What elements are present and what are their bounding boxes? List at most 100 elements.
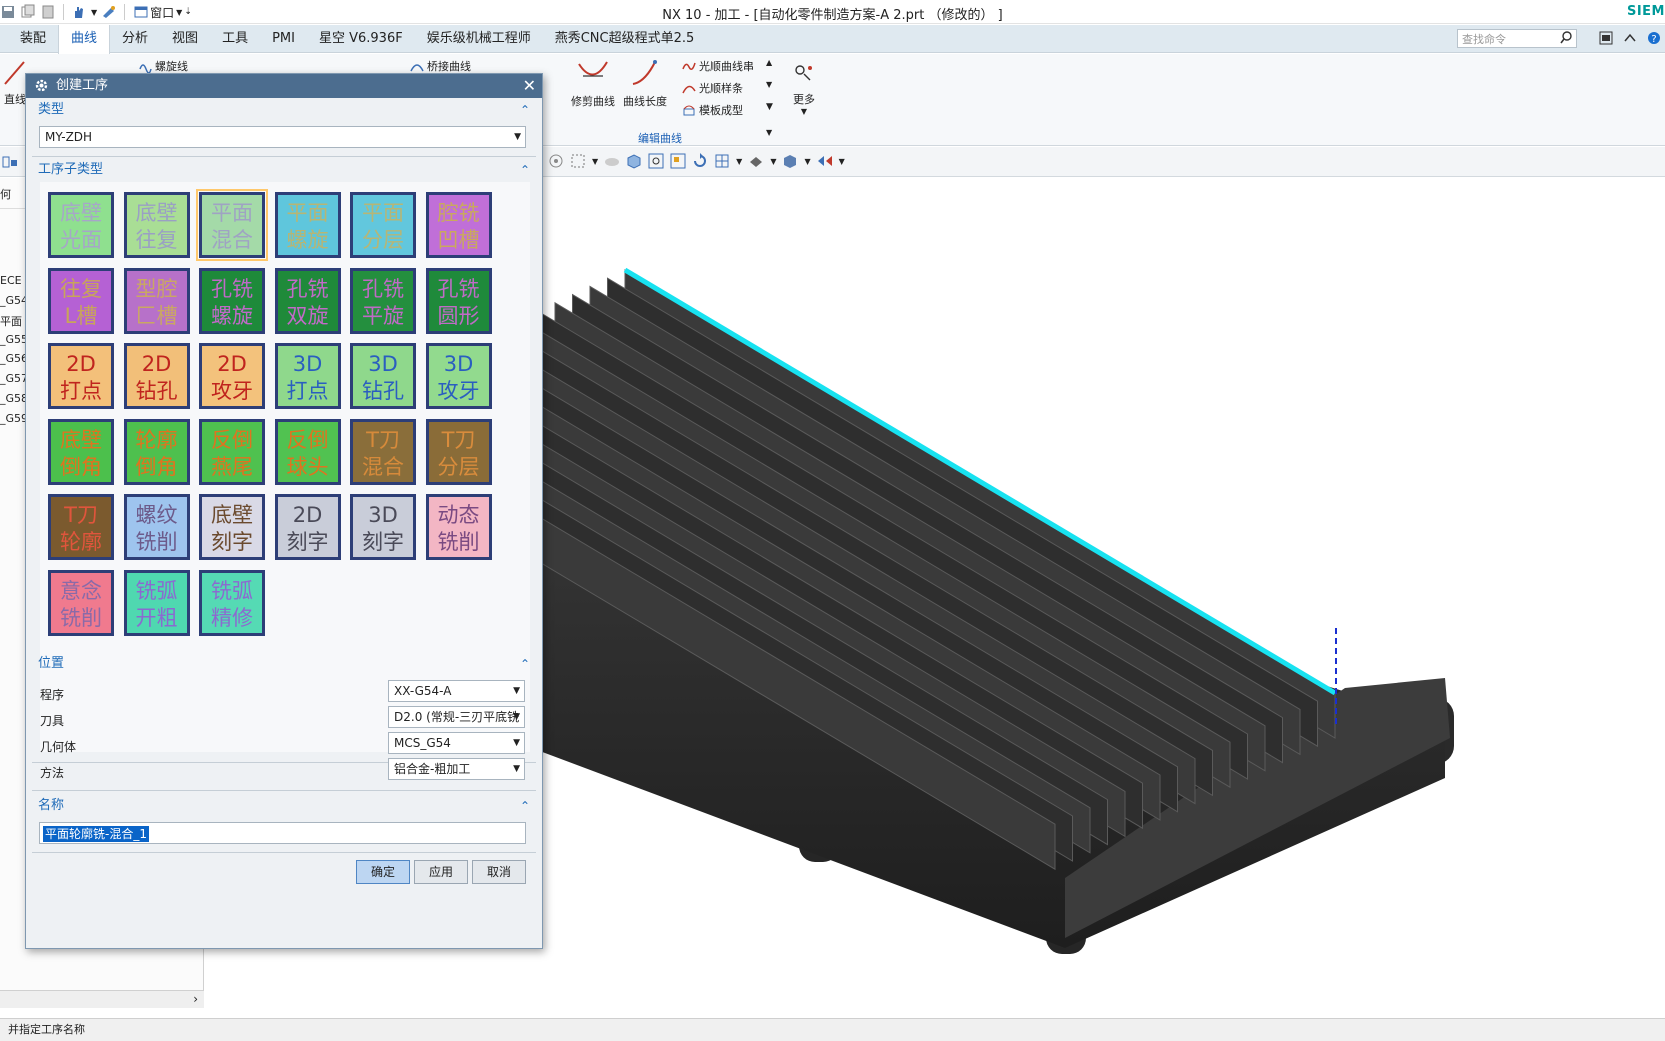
nav-item[interactable]: _G57 bbox=[0, 372, 28, 385]
nav-item[interactable]: _G55 bbox=[0, 333, 28, 346]
window-toggle-icon[interactable] bbox=[1599, 31, 1613, 48]
operation-subtype-tile[interactable]: 2D 攻牙 bbox=[199, 343, 265, 409]
operation-subtype-tile[interactable]: 反倒 球头 bbox=[274, 418, 341, 485]
menu-tab[interactable]: 曲线 bbox=[58, 25, 111, 54]
menu-tab[interactable]: 分析 bbox=[110, 25, 160, 53]
zoom-icon[interactable] bbox=[670, 153, 686, 169]
geometry-select[interactable]: MCS_G54 ▼ bbox=[388, 732, 525, 754]
smooth-spline-button[interactable]: 光顺样条 bbox=[682, 80, 743, 96]
operation-subtype-tile[interactable]: 3D 打点 bbox=[274, 343, 341, 409]
nav-item[interactable]: _G58 bbox=[0, 392, 28, 405]
program-select[interactable]: XX-G54-A ▼ bbox=[388, 680, 525, 702]
menu-tab[interactable]: 视图 bbox=[160, 25, 210, 53]
operation-subtype-tile[interactable]: T刀 混合 bbox=[350, 418, 416, 485]
operation-subtype-tile[interactable]: 孔铣 圆形 bbox=[425, 267, 492, 334]
operation-subtype-tile[interactable]: 底壁 刻字 bbox=[199, 494, 265, 560]
collapse-ribbon-icon[interactable] bbox=[1623, 31, 1637, 48]
menu-tab[interactable]: 装配 bbox=[8, 25, 58, 53]
cancel-button[interactable]: 取消 bbox=[472, 860, 526, 884]
operation-subtype-tile[interactable]: 铣弧 开粗 bbox=[123, 569, 190, 636]
close-icon[interactable]: ✕ bbox=[523, 76, 536, 96]
gallery-scroll-down[interactable]: ▼ bbox=[766, 80, 772, 89]
curve-length-button[interactable]: 曲线长度 bbox=[620, 56, 670, 109]
menu-tab[interactable]: 燕秀CNC超级程式单2.5 bbox=[543, 25, 707, 53]
operation-subtype-tile[interactable]: 螺纹 铣削 bbox=[123, 494, 190, 560]
render-style-icon[interactable] bbox=[748, 153, 764, 169]
type-select[interactable]: MY-ZDH ▼ bbox=[39, 126, 526, 148]
show-hide-icon[interactable] bbox=[817, 153, 833, 169]
dropdown-arrow-icon[interactable]: ▼ bbox=[839, 157, 845, 166]
operation-subtype-tile[interactable]: 反倒 燕尾 bbox=[199, 418, 265, 485]
operation-name-input[interactable]: 平面轮廓铣-混合_1 bbox=[39, 822, 526, 844]
dialog-title-bar[interactable]: 创建工序 ✕ bbox=[26, 74, 542, 98]
operation-subtype-tile[interactable]: 意念 铣削 bbox=[48, 569, 114, 636]
nav-item[interactable]: ECE bbox=[0, 274, 22, 287]
rotate-icon[interactable] bbox=[692, 153, 708, 169]
operation-subtype-tile[interactable]: 型腔 匚槽 bbox=[123, 267, 190, 334]
apply-button[interactable]: 应用 bbox=[414, 860, 468, 884]
operation-subtype-tile[interactable]: 腔铣 凹槽 bbox=[425, 192, 492, 258]
menu-tab[interactable]: 工具 bbox=[210, 25, 260, 53]
orient-view-icon[interactable] bbox=[714, 153, 730, 169]
more-button[interactable]: 更多 ▼ bbox=[786, 60, 822, 116]
bridge-curve-button[interactable]: 桥接曲线 bbox=[410, 58, 471, 74]
chevron-up-icon[interactable]: ⌃ bbox=[520, 794, 530, 818]
menu-tab[interactable]: PMI bbox=[260, 25, 307, 53]
operation-subtype-tile[interactable]: T刀 轮廓 bbox=[48, 494, 114, 560]
operation-subtype-tile[interactable]: 平面 混合 bbox=[196, 189, 268, 261]
shaded-object-icon[interactable] bbox=[604, 153, 620, 169]
operation-subtype-tile[interactable]: 平面 螺旋 bbox=[274, 192, 341, 258]
operation-subtype-tile[interactable]: 轮廓 倒角 bbox=[123, 418, 190, 485]
name-section-header[interactable]: 名称 ⌃ bbox=[32, 794, 536, 818]
dropdown-arrow-icon[interactable]: ▼ bbox=[770, 157, 776, 166]
ok-button[interactable]: 确定 bbox=[356, 860, 410, 884]
nav-item[interactable]: 平面 bbox=[0, 313, 22, 329]
box-select-icon[interactable] bbox=[570, 153, 586, 169]
dropdown-arrow-icon[interactable]: ▼ bbox=[804, 157, 810, 166]
gallery-scroll-up[interactable]: ▲ bbox=[766, 58, 772, 67]
dropdown-arrow-icon[interactable]: ▼ bbox=[592, 157, 598, 166]
operation-subtype-tile[interactable]: 底壁 往复 bbox=[123, 192, 190, 258]
smooth-curve-string-button[interactable]: 光顺曲线串 bbox=[682, 58, 754, 74]
position-section-header[interactable]: 位置 ⌃ bbox=[32, 652, 536, 676]
operation-subtype-tile[interactable]: T刀 分层 bbox=[425, 418, 492, 485]
chevron-up-icon[interactable]: ⌃ bbox=[520, 158, 530, 182]
group-menu-arrow[interactable]: ▼ bbox=[766, 128, 772, 137]
gallery-expand[interactable]: ▼ bbox=[766, 102, 773, 112]
operation-subtype-tile[interactable]: 孔铣 双旋 bbox=[274, 267, 341, 334]
operation-subtype-tile[interactable]: 铣弧 精修 bbox=[199, 569, 265, 636]
operation-subtype-tile[interactable]: 3D 攻牙 bbox=[425, 343, 492, 409]
chevron-up-icon[interactable]: ⌃ bbox=[520, 98, 530, 122]
helix-button[interactable]: 螺旋线 bbox=[138, 58, 188, 74]
operation-subtype-tile[interactable]: 3D 刻字 bbox=[350, 494, 416, 560]
nav-horizontal-scrollbar[interactable]: › bbox=[0, 990, 204, 1008]
operation-subtype-tile[interactable]: 往复 L槽 bbox=[48, 267, 114, 334]
method-select[interactable]: 铝合金-粗加工 ▼ bbox=[388, 758, 525, 780]
edge-style-icon[interactable] bbox=[782, 153, 798, 169]
scroll-right-icon[interactable]: › bbox=[193, 992, 198, 1006]
operation-subtype-tile[interactable]: 平面 分层 bbox=[350, 192, 416, 258]
operation-subtype-tile[interactable]: 3D 钻孔 bbox=[350, 343, 416, 409]
snap-point-icon[interactable] bbox=[548, 153, 564, 169]
menu-tab[interactable]: 星空 V6.936F bbox=[307, 25, 415, 53]
operation-subtype-tile[interactable]: 2D 钻孔 bbox=[123, 343, 190, 409]
template-shape-button[interactable]: 模板成型 bbox=[682, 102, 743, 118]
trim-curve-button[interactable]: 修剪曲线 bbox=[568, 56, 618, 109]
nav-item[interactable]: _G54 bbox=[0, 294, 28, 307]
operation-subtype-tile[interactable]: 底壁 倒角 bbox=[48, 418, 114, 485]
menu-tab[interactable]: 娱乐级机械工程师 bbox=[415, 25, 543, 53]
operation-subtype-tile[interactable]: 2D 打点 bbox=[48, 343, 114, 409]
selection-filter-icon[interactable] bbox=[2, 154, 18, 173]
cube-icon[interactable] bbox=[626, 153, 642, 169]
command-search-input[interactable]: 查找命令 bbox=[1457, 29, 1577, 48]
search-icon[interactable] bbox=[1560, 31, 1573, 47]
tool-select[interactable]: D2.0 (常规-三刃平底铣 ▼ bbox=[388, 706, 525, 728]
dropdown-arrow-icon[interactable]: ▼ bbox=[736, 157, 742, 166]
help-icon[interactable]: ? bbox=[1647, 31, 1661, 48]
operation-subtype-tile[interactable]: 动态 铣削 bbox=[425, 494, 492, 560]
nav-item[interactable]: _G59 bbox=[0, 412, 28, 425]
nav-item[interactable]: _G56 bbox=[0, 352, 28, 365]
operation-subtype-tile[interactable]: 孔铣 平旋 bbox=[350, 267, 416, 334]
operation-subtype-tile[interactable]: 底壁 光面 bbox=[48, 192, 114, 258]
operation-subtype-tile[interactable]: 孔铣 螺旋 bbox=[199, 267, 265, 334]
